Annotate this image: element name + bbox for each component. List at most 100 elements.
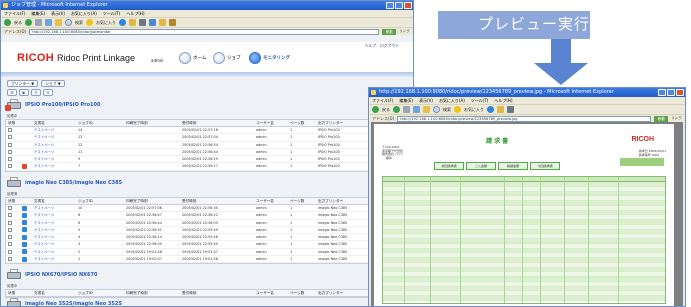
document-link[interactable]: テストページ [32,163,76,169]
column-header[interactable]: 受付時刻 [180,120,254,126]
printer-header[interactable]: imagio Neo C385/imagio Neo C385 [5,176,407,190]
star-icon[interactable] [86,19,93,26]
column-header[interactable] [20,198,32,204]
column-header[interactable]: 状態 [6,120,20,126]
printer-name[interactable]: IPSiO NX670/IPSiO NX670 [25,272,97,278]
menu-view[interactable]: 表示(V) [51,10,65,17]
column-header[interactable]: ページ数 [288,290,316,296]
close-button[interactable] [404,2,412,9]
links-button[interactable]: リンク [399,29,410,34]
search-icon[interactable] [65,19,72,26]
document-link[interactable]: テストページ [32,156,76,162]
row-checkbox[interactable] [8,227,12,232]
back-label[interactable]: 戻る [382,107,390,113]
document-link[interactable]: テストページ [32,205,76,211]
stop-icon[interactable] [35,19,42,26]
mail-icon[interactable] [497,106,504,113]
logout-link[interactable]: ログアウト [380,43,399,49]
column-header[interactable]: ジョブID [76,290,124,296]
address-input[interactable]: http://192.168.1.100:8080/ridoc/preview/… [397,115,652,122]
column-header[interactable] [20,290,32,296]
go-button[interactable]: 移動 [654,115,669,122]
row-checkbox[interactable] [8,206,12,210]
minimize-button[interactable] [658,89,666,96]
column-header[interactable] [20,120,32,126]
document-link[interactable]: テストページ [32,220,76,226]
play-icon[interactable]: ▶ [19,89,29,96]
table-row[interactable]: テストページ 3 2005/02/01 22:56:00 2005/02/01 22:… [6,241,406,249]
table-row[interactable]: テストページ 12 2005/02/01 22:56:54 admin 1 IPSiO P… [6,142,406,149]
row-checkbox[interactable] [8,157,12,162]
table-row[interactable]: テストページ 5 2005/02/01 22:56:31 2005/02/01 22:… [6,227,406,235]
nav-monitoring-button[interactable]: モニタリング [249,51,290,65]
row-checkbox[interactable] [8,220,12,225]
job-filter-select[interactable]: ジョブ ▼ [41,80,65,87]
column-header[interactable]: ユーザー名 [254,290,288,296]
menu-file[interactable]: ファイル(F) [372,97,393,104]
star-icon[interactable] [454,106,461,113]
printer-filter-select[interactable]: プリンター ▼ [7,80,39,87]
table-row[interactable]: テストページ 4 2005/02/01 22:56:14 2005/02/01 22:… [6,234,406,242]
printer-name[interactable]: IPSiO Pro100/IPSiO Pro100 [25,102,101,108]
table-row[interactable]: テストページ 2 2005/02/01 19:02:46 2005/02/01 19:… [6,249,406,257]
column-header[interactable]: 文書名 [32,120,76,126]
maximize-button[interactable] [667,89,675,96]
table-row[interactable]: テストページ 8 2005/02/01 22:56:47 2005/02/01 22:… [6,212,406,220]
nav-home-button[interactable]: ホーム [179,51,206,65]
document-link[interactable]: テストページ [32,134,76,140]
menu-view[interactable]: 表示(V) [419,97,433,104]
document-link[interactable]: テストページ [32,212,76,218]
menu-tools[interactable]: ツール(T) [471,97,489,104]
document-link[interactable]: テストページ [32,241,76,247]
menu-tools[interactable]: ツール(T) [103,10,121,17]
document-link[interactable]: テストページ [32,227,76,233]
document-link[interactable]: テストページ [32,256,76,262]
back-arrow-icon[interactable] [4,19,11,26]
document-link[interactable]: テストページ [32,149,76,155]
table-row[interactable]: テストページ 1 2005/02/01 19:02:07 2005/02/01 19:… [6,256,406,264]
search-label[interactable]: 検索 [443,107,451,113]
go-button[interactable]: 移動 [382,28,397,35]
row-checkbox[interactable] [8,249,12,254]
printer-header[interactable]: IPSiO NX670/IPSiO NX670 [5,268,407,282]
menu-favorites[interactable]: お気に入り(A) [439,97,465,104]
messenger-icon[interactable] [169,19,176,26]
row-checkbox[interactable] [8,135,12,140]
table-row[interactable]: テストページ 13 2005/02/01 22:57:04 admin 1 IPSiO P… [6,134,406,142]
table-row[interactable]: テストページ 6 2005/02/01 22:56:44 2005/02/01 22:… [6,220,406,227]
column-header[interactable]: 文書名 [32,198,76,204]
folder-icon[interactable] [159,19,166,26]
column-header[interactable]: 状態 [6,198,20,204]
document-link[interactable]: テストページ [32,234,76,240]
menu-edit[interactable]: 編集(E) [31,10,45,17]
search-icon[interactable] [433,106,440,113]
row-checkbox[interactable] [8,213,12,218]
refresh-icon[interactable] [413,106,420,113]
search-label[interactable]: 検索 [75,20,83,26]
minimize-button[interactable] [386,2,394,9]
mail-icon[interactable] [129,19,136,26]
row-checkbox[interactable] [8,164,12,169]
preview-viewport[interactable]: 請 求 書 RICOH 〒100-0001 東京都千代田区 株式会社 ○○○ 御… [371,122,683,306]
column-header[interactable]: 文書名 [32,290,76,296]
row-checkbox[interactable] [8,142,12,147]
list-icon[interactable]: ☰ [7,89,17,96]
print-icon[interactable] [507,106,514,113]
favorites-label[interactable]: お気に入り [96,20,116,26]
refresh-icon[interactable] [45,19,52,26]
delete-icon[interactable]: ✕ [43,89,53,96]
document-link[interactable]: テストページ [32,142,76,148]
edit-icon[interactable] [149,19,156,26]
column-header[interactable]: ページ数 [288,120,316,126]
row-checkbox[interactable] [8,242,12,247]
column-header[interactable]: 状態 [6,290,20,296]
row-checkbox[interactable] [8,257,12,262]
close-button[interactable] [676,89,684,96]
history-icon[interactable] [487,106,494,113]
links-button[interactable]: リンク [671,116,682,121]
history-icon[interactable] [119,19,126,26]
help-link[interactable]: ヘルプ [365,43,376,49]
back-label[interactable]: 戻る [14,20,22,26]
menu-help[interactable]: ヘルプ(H) [494,97,512,104]
row-checkbox[interactable] [8,235,12,240]
